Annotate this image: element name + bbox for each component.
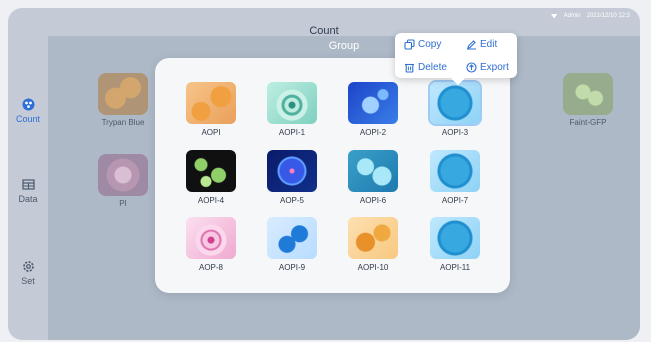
context-menu: Copy Edit Delete Export	[395, 33, 517, 78]
group-item-aopi-11[interactable]: AOPI-11	[420, 217, 490, 272]
group-item-aopi-2[interactable]: AOPI-2	[338, 82, 408, 137]
trash-icon	[405, 63, 414, 73]
sidebar: Count Data Set	[8, 48, 48, 340]
bg-item-faint-gfp: Faint-GFP	[548, 73, 628, 127]
aop-5-image	[267, 150, 317, 192]
status-datetime: 2021/12/10 12:3	[586, 13, 630, 19]
group-item-aopi-4[interactable]: AOPI-4	[176, 150, 246, 205]
table-icon	[21, 178, 35, 191]
edit-label: Edit	[480, 39, 498, 50]
status-bar: Admin 2021/12/10 12:3	[550, 10, 630, 22]
gear-icon	[22, 260, 35, 273]
group-item-label: AOPI-1	[278, 128, 306, 137]
copy-button[interactable]: Copy	[404, 39, 441, 50]
edit-button[interactable]: Edit	[466, 39, 497, 50]
aopi-6-image	[348, 150, 398, 192]
copy-label: Copy	[418, 39, 442, 50]
wifi-icon	[550, 13, 558, 19]
pi-image	[98, 154, 148, 196]
group-item-aop-8[interactable]: AOP-8	[176, 217, 246, 272]
group-item-label: AOPI-4	[197, 196, 225, 205]
group-item-label: AOPI-9	[278, 263, 306, 272]
export-icon	[466, 62, 477, 73]
group-item-aopi-3[interactable]: AOPI-3	[420, 80, 490, 137]
export-button[interactable]: Export	[466, 62, 509, 73]
aopi-4-image	[186, 150, 236, 192]
bg-item-trypan-blue: Trypan Blue	[83, 73, 163, 127]
group-dialog: AOPI AOPI-1 AOPI-2 AOPI-3 AOPI-4 AOP-5 A…	[155, 58, 510, 293]
aopi-10-image	[348, 217, 398, 259]
sidebar-item-label: Data	[18, 194, 38, 204]
delete-label: Delete	[418, 62, 447, 73]
trypan-blue-image	[98, 73, 148, 115]
pencil-icon	[467, 40, 476, 50]
status-user: Admin	[563, 13, 581, 19]
group-item-aopi-7[interactable]: AOPI-7	[420, 150, 490, 205]
sidebar-item-set[interactable]: Set	[8, 260, 48, 286]
group-item-label: AOPI-7	[441, 196, 469, 205]
faint-gfp-image	[563, 73, 613, 115]
group-item-label: AOPI-2	[359, 128, 387, 137]
bg-item-label: Faint-GFP	[569, 118, 607, 127]
group-item-label: AOPI	[201, 128, 221, 137]
group-item-aopi-9[interactable]: AOPI-9	[257, 217, 327, 272]
group-item-label: AOPI-3	[441, 128, 469, 137]
aopi-7-image	[430, 150, 480, 192]
bg-item-label: Trypan Blue	[101, 118, 145, 127]
sidebar-item-label: Set	[21, 276, 35, 286]
group-item-label: AOPI-10	[357, 263, 389, 272]
aopi-11-image	[430, 217, 480, 259]
group-item-label: AOPI-11	[439, 263, 471, 272]
export-label: Export	[480, 62, 509, 73]
group-item-aopi-10[interactable]: AOPI-10	[338, 217, 408, 272]
group-item-aop-5[interactable]: AOP-5	[257, 150, 327, 205]
count-icon	[22, 98, 35, 111]
aopi-image	[186, 82, 236, 124]
copy-icon	[404, 39, 415, 50]
group-item-label: AOP-8	[198, 263, 223, 272]
aopi-3-image	[428, 80, 482, 126]
delete-button[interactable]: Delete	[404, 62, 447, 73]
sidebar-item-label: Count	[15, 114, 41, 124]
group-item-aopi-6[interactable]: AOPI-6	[338, 150, 408, 205]
aopi-1-image	[267, 82, 317, 124]
group-title: Group	[328, 40, 360, 52]
sidebar-item-count[interactable]: Count	[8, 98, 48, 124]
group-item-label: AOP-5	[279, 196, 304, 205]
group-item-aopi[interactable]: AOPI	[176, 82, 246, 137]
group-item-aopi-1[interactable]: AOPI-1	[257, 82, 327, 137]
bg-item-label: PI	[119, 199, 127, 208]
sidebar-item-data[interactable]: Data	[8, 178, 48, 204]
bg-item-pi: PI	[83, 154, 163, 208]
aop-8-image	[186, 217, 236, 259]
aopi-9-image	[267, 217, 317, 259]
aopi-2-image	[348, 82, 398, 124]
group-item-label: AOPI-6	[359, 196, 387, 205]
